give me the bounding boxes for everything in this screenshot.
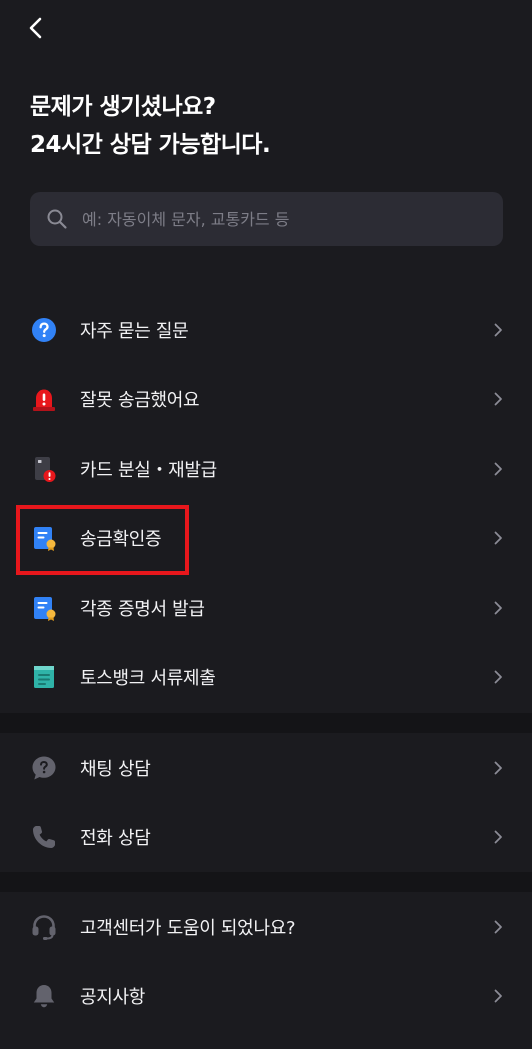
menu-item-label: 고객센터가 도움이 되었나요? bbox=[80, 917, 296, 939]
help-menu-section: 자주 묻는 질문 잘못 송금했어요 카드 분실・재발급 송금확인증 각종 증명서… bbox=[0, 295, 532, 712]
contact-section: 채팅 상담 전화 상담 bbox=[0, 733, 532, 872]
chevron-right-icon bbox=[494, 670, 502, 684]
menu-item-label: 채팅 상담 bbox=[80, 758, 151, 780]
menu-item-phone-consult[interactable]: 전화 상담 bbox=[0, 803, 532, 873]
chevron-right-icon bbox=[494, 989, 502, 1003]
menu-item-label: 송금확인증 bbox=[80, 529, 162, 551]
menu-item-certificates[interactable]: 각종 증명서 발급 bbox=[0, 573, 532, 643]
menu-item-label: 전화 상담 bbox=[80, 828, 151, 850]
chevron-left-icon bbox=[29, 17, 42, 39]
chevron-right-icon bbox=[494, 323, 502, 337]
alarm-siren-icon bbox=[30, 385, 58, 413]
menu-item-faq[interactable]: 자주 묻는 질문 bbox=[0, 295, 532, 365]
certificate-document-icon bbox=[30, 594, 58, 622]
search-input[interactable] bbox=[80, 208, 484, 230]
menu-item-chat-consult[interactable]: 채팅 상담 bbox=[0, 733, 532, 803]
section-divider bbox=[0, 713, 532, 733]
document-submit-icon bbox=[30, 663, 58, 691]
page-title-line-1: 문제가 생기셨나요? bbox=[30, 94, 216, 120]
phone-icon bbox=[30, 823, 58, 851]
headset-icon bbox=[30, 913, 58, 941]
menu-item-label: 잘못 송금했어요 bbox=[80, 390, 200, 412]
chevron-right-icon bbox=[494, 761, 502, 775]
chevron-right-icon bbox=[494, 531, 502, 545]
chevron-right-icon bbox=[494, 830, 502, 844]
bell-icon bbox=[30, 982, 58, 1010]
chevron-right-icon bbox=[494, 462, 502, 476]
menu-item-card-lost[interactable]: 카드 분실・재발급 bbox=[0, 434, 532, 504]
lost-card-icon bbox=[30, 455, 58, 483]
menu-item-label: 각종 증명서 발급 bbox=[80, 598, 205, 620]
page-title-line-2: 24시간 상담 가능합니다. bbox=[30, 132, 271, 158]
menu-item-document-submit[interactable]: 토스뱅크 서류제출 bbox=[0, 643, 532, 713]
search-icon bbox=[47, 209, 67, 229]
menu-item-label: 자주 묻는 질문 bbox=[80, 320, 189, 342]
menu-item-notice[interactable]: 공지사항 bbox=[0, 962, 532, 1032]
chevron-right-icon bbox=[494, 601, 502, 615]
chevron-right-icon bbox=[494, 392, 502, 406]
menu-item-transfer-certificate[interactable]: 송금확인증 bbox=[0, 504, 532, 574]
menu-item-feedback[interactable]: 고객센터가 도움이 되었나요? bbox=[0, 892, 532, 962]
back-button[interactable] bbox=[20, 12, 52, 44]
menu-item-label: 토스뱅크 서류제출 bbox=[80, 668, 216, 690]
page-title: 문제가 생기셨나요? 24시간 상담 가능합니다. bbox=[30, 88, 271, 164]
search-bar[interactable] bbox=[30, 192, 503, 246]
misc-section: 고객센터가 도움이 되었나요? 공지사항 bbox=[0, 892, 532, 1031]
menu-item-label: 공지사항 bbox=[80, 987, 146, 1009]
chat-bubble-icon bbox=[30, 754, 58, 782]
menu-item-label: 카드 분실・재발급 bbox=[80, 459, 217, 481]
question-circle-icon bbox=[30, 316, 58, 344]
section-divider bbox=[0, 872, 532, 892]
chevron-right-icon bbox=[494, 920, 502, 934]
certificate-document-icon bbox=[30, 524, 58, 552]
menu-item-wrong-transfer[interactable]: 잘못 송금했어요 bbox=[0, 365, 532, 435]
